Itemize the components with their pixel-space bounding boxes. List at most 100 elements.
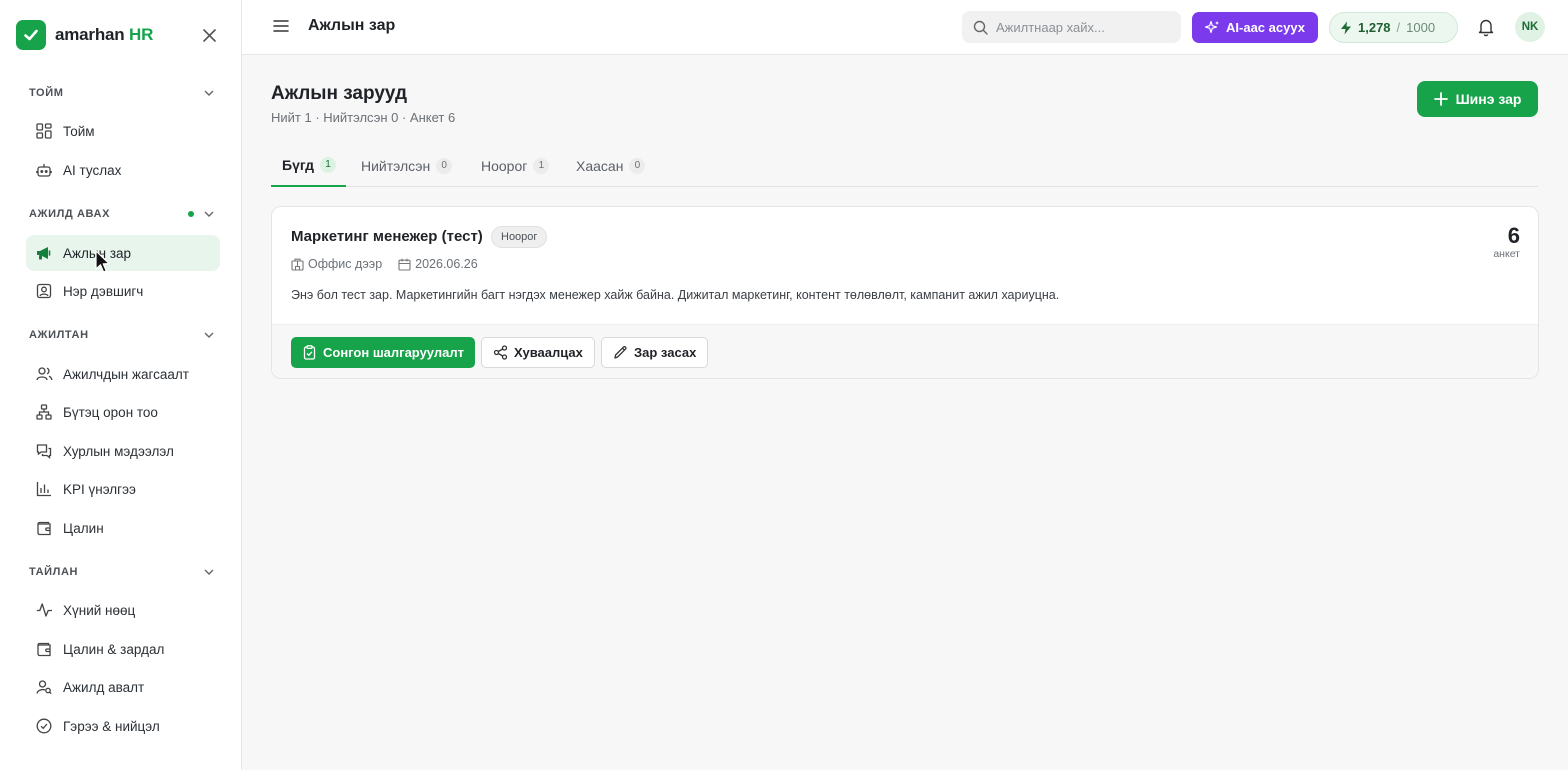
search-icon bbox=[973, 20, 988, 35]
screening-button[interactable]: Сонгон шалгаруулалт bbox=[291, 337, 475, 368]
section-overview[interactable]: ТОЙМ bbox=[29, 85, 214, 101]
sidebar-item-hr-report[interactable]: Хүний нөөц bbox=[26, 592, 220, 628]
sidebar-item-kpi[interactable]: KPI үнэлгээ bbox=[26, 471, 220, 507]
sidebar-item-hiring-report[interactable]: Ажилд авалт bbox=[26, 669, 220, 705]
search-input[interactable] bbox=[996, 19, 1166, 35]
sidebar-item-label: AI туслах bbox=[63, 162, 122, 178]
tab-count: 1 bbox=[320, 156, 337, 173]
sidebar-item-label: Хүний нөөц bbox=[63, 602, 136, 618]
tab-all[interactable]: Бүгд 1 bbox=[271, 144, 346, 187]
menu-button[interactable] bbox=[272, 17, 290, 35]
notifications-button[interactable] bbox=[1477, 17, 1495, 37]
sidebar-item-label: Хурлын мэдээлэл bbox=[63, 443, 174, 459]
tab-label: Бүгд bbox=[282, 156, 315, 173]
sidebar-item-employee-list[interactable]: Ажилчдын жагсаалт bbox=[26, 356, 220, 392]
sidebar-item-overview[interactable]: Тойм bbox=[26, 113, 220, 149]
status-dot bbox=[188, 211, 194, 217]
sidebar-item-label: Тойм bbox=[63, 123, 95, 139]
close-icon bbox=[202, 28, 216, 42]
search-box[interactable] bbox=[962, 11, 1181, 43]
brand-name: amarhan HR bbox=[55, 25, 154, 44]
avatar[interactable]: NK bbox=[1515, 12, 1545, 42]
top-bar: Ажлын зар AI-аас асуух 1,278 / 1000 NK bbox=[242, 0, 1568, 55]
card-actions: Сонгон шалгаруулалт Хуваалцах Зар засах bbox=[272, 324, 1538, 378]
sidebar-item-job-posts[interactable]: Ажлын зар bbox=[26, 235, 220, 271]
ask-ai-button[interactable]: AI-аас асуух bbox=[1192, 12, 1318, 43]
section-title: АЖИЛД АВАХ bbox=[29, 208, 111, 220]
sidebar-item-org-structure[interactable]: Бүтэц орон тоо bbox=[26, 394, 220, 430]
check-circle-icon bbox=[35, 717, 53, 735]
sidebar-item-label: Гэрээ & нийцэл bbox=[63, 718, 160, 734]
chevron-down-icon bbox=[204, 332, 214, 338]
credits-badge[interactable]: 1,278 / 1000 bbox=[1329, 12, 1458, 43]
section-title: ТОЙМ bbox=[29, 87, 64, 99]
chevron-down-icon bbox=[204, 569, 214, 575]
sidebar-item-salary[interactable]: Цалин bbox=[26, 510, 220, 546]
share-button[interactable]: Хуваалцах bbox=[481, 337, 595, 368]
job-date-text: 2026.06.26 bbox=[415, 257, 478, 271]
plus-icon bbox=[1433, 92, 1448, 106]
job-post-card[interactable]: Маркетинг менежер (тест) Ноорог Оффис дэ… bbox=[271, 206, 1539, 379]
tab-published[interactable]: Нийтэлсэн 0 bbox=[350, 144, 463, 187]
sidebar-item-candidates[interactable]: Нэр дэвшигч bbox=[26, 273, 220, 309]
chevron-down-icon bbox=[204, 90, 214, 96]
sidebar-item-label: Цалин & зардал bbox=[63, 641, 165, 657]
sidebar-item-meetings[interactable]: Хурлын мэдээлэл bbox=[26, 433, 220, 469]
ask-ai-label: AI-аас асуух bbox=[1226, 20, 1305, 35]
section-reports[interactable]: ТАЙЛАН bbox=[29, 564, 214, 580]
tab-closed[interactable]: Хаасан 0 bbox=[565, 144, 656, 187]
tab-count: 1 bbox=[533, 157, 550, 174]
tab-label: Нийтэлсэн bbox=[361, 157, 431, 174]
tab-count: 0 bbox=[436, 157, 453, 174]
close-sidebar-button[interactable] bbox=[200, 26, 218, 44]
sidebar-item-label: Ажилчдын жагсаалт bbox=[63, 366, 189, 382]
job-meta: Оффис дээр 2026.06.26 bbox=[291, 257, 494, 271]
share-label: Хуваалцах bbox=[514, 345, 583, 360]
new-job-post-label: Шинэ зар bbox=[1455, 91, 1522, 107]
status-tabs: Бүгд 1 Нийтэлсэн 0 Ноорог 1 Хаасан 0 bbox=[271, 144, 1538, 187]
bell-icon bbox=[1478, 19, 1494, 37]
sidebar-item-salary-expense[interactable]: Цалин & зардал bbox=[26, 631, 220, 667]
tab-label: Ноорог bbox=[481, 157, 528, 174]
hamburger-icon bbox=[273, 20, 289, 32]
credits-separator: / bbox=[1396, 20, 1401, 35]
sidebar-item-label: Нэр дэвшигч bbox=[63, 283, 144, 299]
dashboard-icon bbox=[35, 122, 53, 140]
sidebar-item-label: Ажилд авалт bbox=[63, 679, 145, 695]
credits-total: 1000 bbox=[1406, 20, 1436, 35]
applicants-label: анкет bbox=[1493, 248, 1520, 260]
megaphone-icon bbox=[35, 244, 53, 262]
brand-logo-icon bbox=[16, 20, 46, 50]
lightning-icon bbox=[1341, 21, 1351, 34]
section-employees[interactable]: АЖИЛТАН bbox=[29, 327, 214, 343]
tab-label: Хаасан bbox=[576, 157, 624, 174]
tab-draft[interactable]: Ноорог 1 bbox=[470, 144, 560, 187]
job-description: Энэ бол тест зар. Маркетингийн багт нэгд… bbox=[291, 288, 1060, 302]
job-title[interactable]: Маркетинг менежер (тест) bbox=[291, 228, 483, 245]
sidebar-item-label: Цалин bbox=[63, 520, 104, 536]
new-job-post-button[interactable]: Шинэ зар bbox=[1417, 81, 1538, 117]
section-title: ТАЙЛАН bbox=[29, 566, 79, 578]
brand[interactable]: amarhan HR bbox=[16, 20, 153, 50]
bar-chart-icon bbox=[35, 480, 53, 498]
wallet-icon bbox=[35, 519, 53, 537]
contact-card-icon bbox=[35, 282, 53, 300]
wallet-icon bbox=[35, 640, 53, 658]
credits-used: 1,278 bbox=[1358, 20, 1391, 35]
activity-icon bbox=[35, 601, 53, 619]
job-location: Оффис дээр bbox=[291, 257, 382, 271]
calendar-icon bbox=[398, 258, 411, 271]
page-title: Ажлын зарууд bbox=[271, 83, 408, 104]
edit-post-button[interactable]: Зар засах bbox=[601, 337, 709, 368]
status-badge: Ноорог bbox=[491, 226, 548, 248]
section-recruitment[interactable]: АЖИЛД АВАХ bbox=[29, 206, 214, 222]
org-chart-icon bbox=[35, 403, 53, 421]
page-subtitle: Нийт 1 · Нийтэлсэн 0 · Анкет 6 bbox=[271, 110, 456, 125]
sidebar-item-contracts[interactable]: Гэрээ & нийцэл bbox=[26, 708, 220, 744]
sidebar-item-ai-assistant[interactable]: AI туслах bbox=[26, 152, 220, 188]
robot-icon bbox=[35, 161, 53, 179]
sidebar-item-label: KPI үнэлгээ bbox=[63, 481, 136, 497]
section-title: АЖИЛТАН bbox=[29, 329, 89, 341]
sidebar-item-label: Ажлын зар bbox=[63, 245, 132, 261]
applicants-count: 6 анкет bbox=[1493, 223, 1520, 260]
